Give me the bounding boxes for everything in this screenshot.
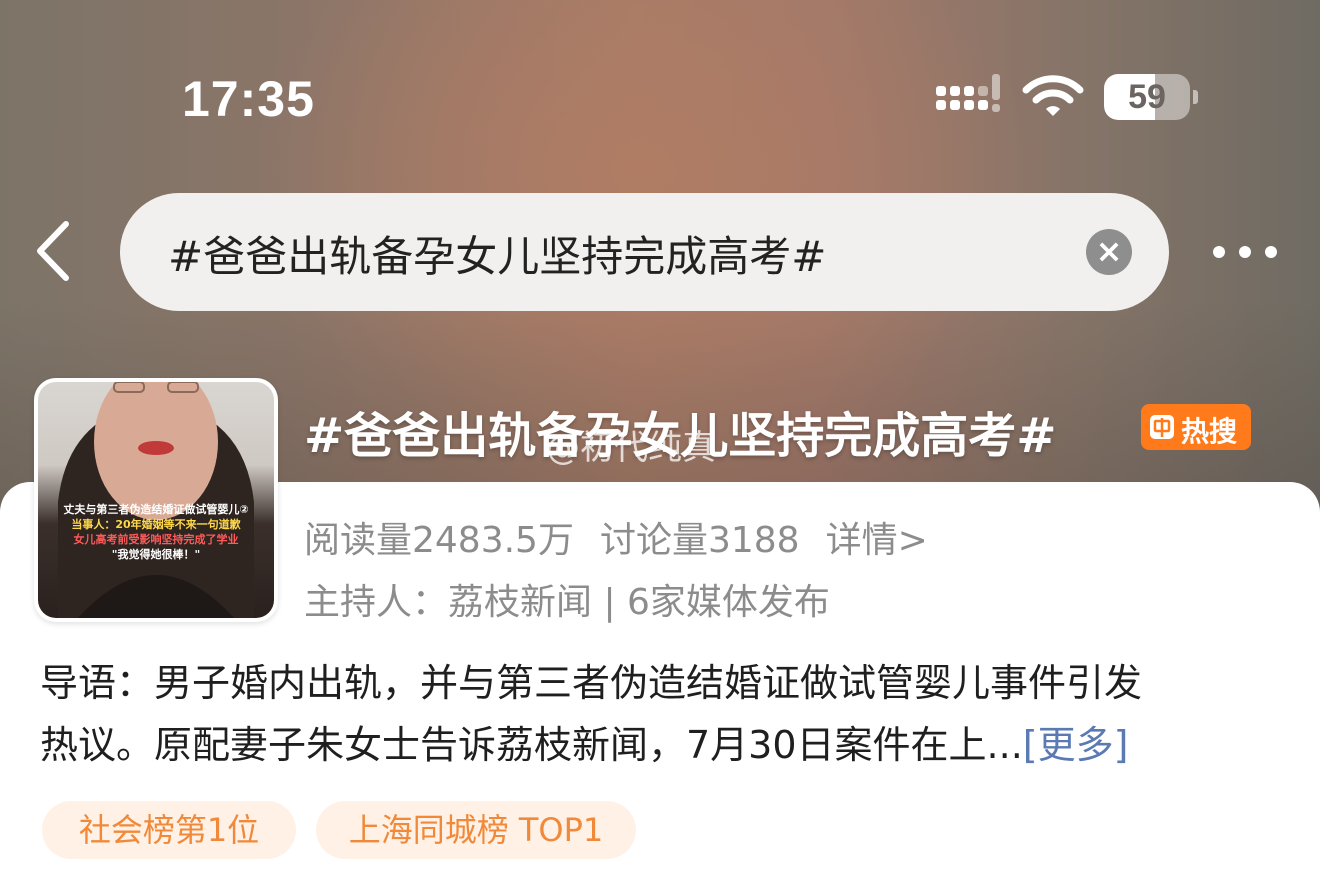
hot-badge-label: 热搜 xyxy=(1181,415,1238,448)
cover-caption-line: 当事人：20年婚姻等不来一句道歉 xyxy=(71,518,241,531)
back-button[interactable] xyxy=(30,218,80,284)
close-circle-icon: × xyxy=(1095,232,1123,270)
cover-caption-line: 女儿高考前受影响坚持完成了学业 xyxy=(73,533,239,546)
clear-search-button[interactable]: × xyxy=(1086,229,1132,275)
weibo-watermark: @初代纯真 xyxy=(546,428,716,468)
cover-photo: 丈夫与第三者伪造结婚证做试管婴儿② 当事人：20年婚姻等不来一句道歉 女儿高考前… xyxy=(38,382,274,618)
search-input[interactable]: #爸爸出轨备孕女儿坚持完成高考# xyxy=(168,223,826,284)
cover-caption: 丈夫与第三者伪造结婚证做试管婴儿② 当事人：20年婚姻等不来一句道歉 女儿高考前… xyxy=(38,502,274,562)
tag-shanghai-rank[interactable]: 上海同城榜 TOP1 xyxy=(316,801,636,859)
hot-badge-icon xyxy=(1150,415,1174,439)
read-count: 阅读量2483.5万 xyxy=(304,520,574,561)
cover-caption-line: 丈夫与第三者伪造结婚证做试管婴儿② xyxy=(63,503,249,516)
intro-line-2: 热议。原配妻子朱女士告诉荔枝新闻，7月30日案件在上...[更多] xyxy=(40,714,1280,776)
host-info[interactable]: 主持人：荔枝新闻 | 6家媒体发布 xyxy=(304,573,830,625)
wifi-icon xyxy=(1022,75,1084,116)
battery-icon: 59 xyxy=(1104,74,1198,120)
battery-body: 59 xyxy=(1104,74,1190,120)
battery-tip xyxy=(1193,90,1198,104)
battery-level: 59 xyxy=(1128,78,1166,116)
chevron-left-icon xyxy=(37,221,69,281)
more-link[interactable]: [更多] xyxy=(1023,723,1129,767)
search-bar[interactable]: #爸爸出轨备孕女儿坚持完成高考# × xyxy=(120,193,1169,311)
intro-line-text: 热议。原配妻子朱女士告诉荔枝新闻，7月30日案件在上... xyxy=(40,723,1023,767)
person-illustration xyxy=(58,382,254,618)
discussion-count: 讨论量3188 xyxy=(599,520,800,561)
more-button[interactable] xyxy=(1210,238,1280,266)
topic-cover-image[interactable]: 丈夫与第三者伪造结婚证做试管婴儿② 当事人：20年婚姻等不来一句道歉 女儿高考前… xyxy=(34,378,278,622)
topic-intro: 导语：男子婚内出轨，并与第三者伪造结婚证做试管婴儿事件引发 热议。原配妻子朱女士… xyxy=(40,652,1280,776)
signal-icon xyxy=(936,74,1000,112)
cover-caption-line: "我觉得她很棒！" xyxy=(111,548,201,561)
intro-line: 导语：男子婚内出轨，并与第三者伪造结婚证做试管婴儿事件引发 xyxy=(40,661,1143,705)
hot-search-badge: 热搜 xyxy=(1141,404,1251,450)
tag-social-rank[interactable]: 社会榜第1位 xyxy=(42,801,296,859)
details-link[interactable]: 详情> xyxy=(826,520,928,561)
status-time: 17:35 xyxy=(182,71,315,127)
topic-stats: 阅读量2483.5万 讨论量3188 详情> xyxy=(304,511,954,563)
more-dots-icon xyxy=(1213,246,1277,258)
